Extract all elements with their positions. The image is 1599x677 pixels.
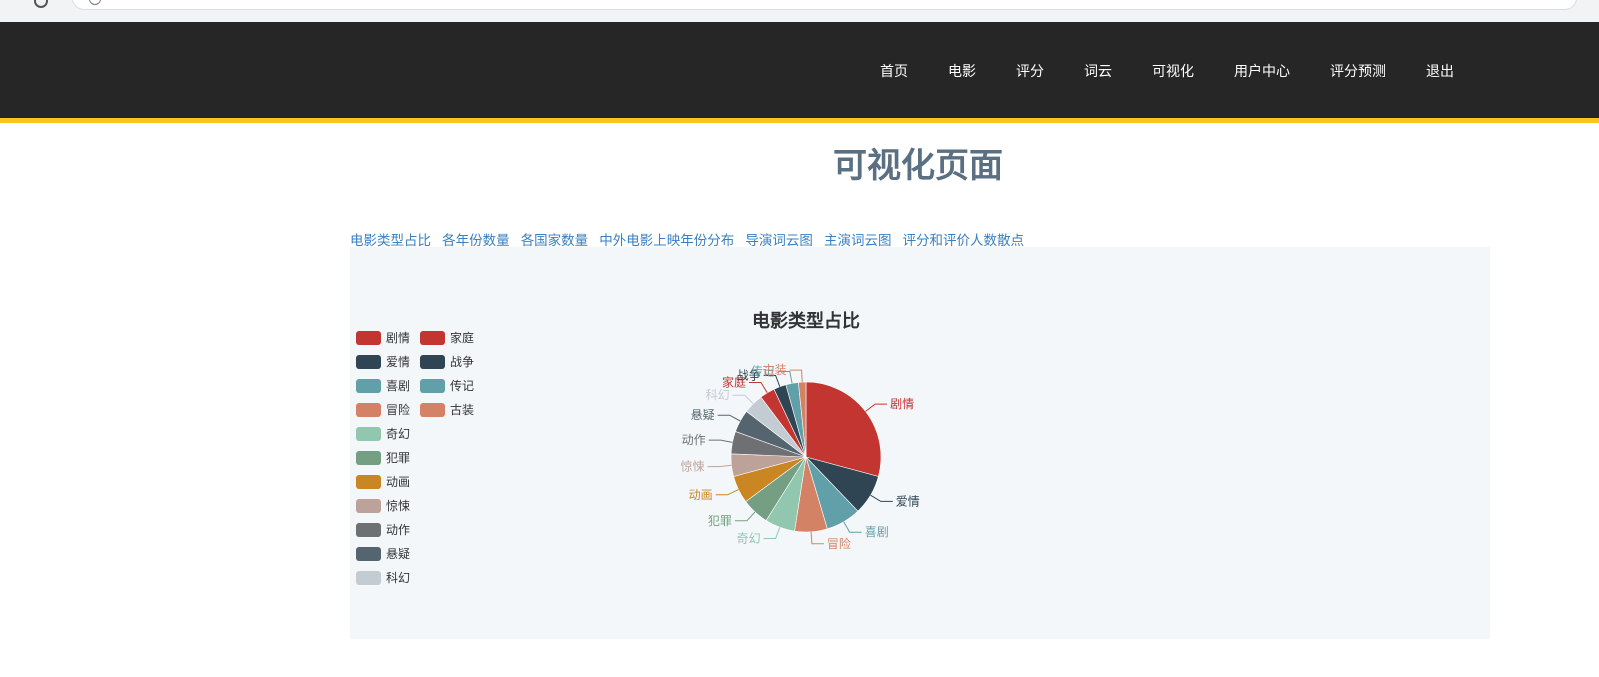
nav-item-user-center[interactable]: 用户中心 — [1234, 61, 1290, 81]
slice-label-2: 喜剧 — [865, 525, 889, 539]
legend-swatch-1[interactable] — [356, 355, 381, 369]
slice-label-4: 奇幻 — [737, 532, 761, 546]
legend-label-4[interactable]: 奇幻 — [386, 427, 410, 441]
bookmark-star-icon[interactable]: ☆ — [1547, 0, 1560, 3]
pie-chart: 剧情爱情喜剧冒险奇幻犯罪动画惊悚动作悬疑科幻家庭战争传记古装 剧情爱情喜剧冒险奇… — [356, 310, 920, 585]
slice-label-1: 爱情 — [896, 494, 920, 508]
top-navigation-bar: 首页 电影 评分 词云 可视化 用户中心 评分预测 退出 — [0, 22, 1599, 123]
legend-swatch-7[interactable] — [356, 499, 381, 513]
legend-swatch-4[interactable] — [356, 427, 381, 441]
slice-label-14: 古装 — [763, 362, 787, 377]
legend-swatch-12[interactable] — [420, 355, 445, 369]
label-line-3 — [810, 531, 824, 545]
chart-tabs: 电影类型占比 各年份数量 各国家数量 中外电影上映年份分布 导演词云图 主演词云… — [350, 229, 1030, 249]
legend-swatch-10[interactable] — [356, 571, 381, 585]
nav-item-wordcloud[interactable]: 词云 — [1084, 61, 1112, 81]
nav-item-movies[interactable]: 电影 — [948, 61, 976, 81]
label-line-2 — [843, 521, 862, 533]
label-line-7 — [707, 464, 732, 468]
slice-label-5: 犯罪 — [708, 514, 732, 528]
legend-swatch-5[interactable] — [356, 451, 381, 465]
legend-label-14[interactable]: 古装 — [450, 402, 474, 417]
legend-label-7[interactable]: 惊悚 — [386, 498, 410, 513]
legend-label-11[interactable]: 家庭 — [450, 330, 474, 345]
label-line-4 — [763, 527, 781, 539]
chart-legend: 剧情爱情喜剧冒险奇幻犯罪动画惊悚动作悬疑科幻 家庭战争传记古装 — [356, 330, 474, 585]
browser-toolbar: ☆ — [0, 0, 1599, 22]
legend-swatch-13[interactable] — [420, 379, 445, 393]
legend-swatch-14[interactable] — [420, 403, 445, 417]
legend-swatch-9[interactable] — [356, 547, 381, 561]
legend-label-8[interactable]: 动作 — [386, 523, 410, 537]
legend-label-0[interactable]: 剧情 — [386, 331, 410, 345]
nav-item-home[interactable]: 首页 — [880, 61, 908, 81]
slice-label-0: 剧情 — [890, 397, 914, 411]
label-line-0 — [865, 403, 888, 412]
legend-label-5[interactable]: 犯罪 — [386, 451, 410, 465]
legend-swatch-0[interactable] — [356, 331, 381, 345]
legend-label-1[interactable]: 爱情 — [386, 355, 410, 369]
legend-label-3[interactable]: 冒险 — [386, 402, 410, 417]
slice-label-6: 动画 — [689, 488, 713, 502]
page-title: 可视化页面 — [833, 146, 1003, 186]
legend-swatch-8[interactable] — [356, 523, 381, 537]
label-line-8 — [708, 439, 733, 443]
legend-label-13[interactable]: 传记 — [450, 378, 474, 393]
legend-label-10[interactable]: 科幻 — [386, 571, 410, 585]
legend-label-2[interactable]: 喜剧 — [386, 379, 410, 393]
slice-label-10: 科幻 — [706, 388, 730, 402]
slice-label-8: 动作 — [682, 433, 706, 447]
chart-panel: 剧情 爱情 喜剧 冒险 奇幻 犯罪 动画 惊悚 动作 悬疑 科幻 家庭 战争 传记 古装 剧情 爱情 喜剧 冒险奇… — [350, 247, 1490, 639]
slice-label-7: 惊悚 — [680, 459, 704, 474]
reload-icon[interactable] — [34, 0, 48, 8]
label-line-9 — [717, 414, 741, 422]
nav-item-visualization[interactable]: 可视化 — [1152, 61, 1194, 81]
pie-slices — [730, 381, 882, 533]
label-line-10 — [732, 394, 754, 405]
address-bar[interactable]: ☆ — [72, 0, 1577, 10]
legend-label-6[interactable]: 动画 — [386, 475, 410, 489]
legend-swatch-11[interactable] — [420, 331, 445, 345]
slice-label-9: 悬疑 — [691, 407, 715, 422]
site-info-icon[interactable] — [89, 0, 101, 5]
label-line-11 — [749, 382, 768, 394]
legend-swatch-3[interactable] — [356, 403, 381, 417]
legend-label-12[interactable]: 战争 — [450, 355, 474, 369]
legend-swatch-2[interactable] — [356, 379, 381, 393]
nav-item-ratings[interactable]: 评分 — [1016, 61, 1044, 81]
legend-label-9[interactable]: 悬疑 — [386, 546, 410, 561]
slice-label-3: 冒险 — [827, 536, 851, 551]
label-line-6 — [715, 489, 739, 496]
legend-swatch-6[interactable] — [356, 475, 381, 489]
nav-item-rating-prediction[interactable]: 评分预测 — [1330, 61, 1386, 81]
label-line-1 — [870, 494, 893, 502]
nav-item-logout[interactable]: 退出 — [1426, 61, 1454, 81]
chart-title: 电影类型占比 — [752, 310, 860, 332]
label-line-5 — [734, 511, 756, 522]
